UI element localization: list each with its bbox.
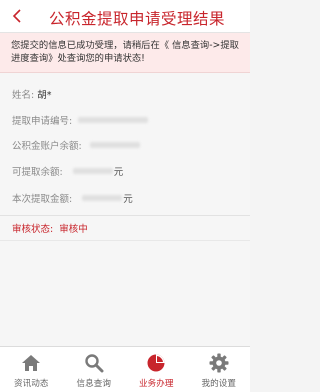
field-label: 可提取余额:: [12, 167, 63, 178]
field-withdrawable-balance: 可提取余额: 元: [12, 164, 123, 178]
tab-query[interactable]: 信息查询: [63, 347, 126, 392]
tab-news[interactable]: 资讯动态: [0, 347, 63, 392]
field-label: 公积金账户余额:: [12, 141, 82, 152]
field-account-balance: 公积金账户余额:: [12, 138, 140, 152]
bottom-tab-bar: 资讯动态 信息查询 业务办理 我的设置: [0, 346, 250, 392]
field-unit: 元: [113, 167, 124, 178]
status-value: 审核中: [59, 224, 88, 235]
field-application-number: 提取申请编号:: [12, 113, 149, 127]
masked-value: [82, 195, 123, 201]
field-label: 姓名:: [12, 90, 35, 101]
tab-settings[interactable]: 我的设置: [188, 347, 251, 392]
gear-icon: [209, 353, 229, 373]
masked-value: [72, 168, 113, 174]
field-name: 姓名: 胡*: [12, 87, 51, 101]
tab-label: 信息查询: [76, 379, 111, 389]
pie-chart-icon: [146, 353, 166, 373]
result-panel: 您提交的信息已成功受理，请稍后在《 信息查询->提取进度查询》处查询您的申请状态…: [0, 33, 250, 346]
top-bar: 公积金提取申请受理结果: [0, 0, 250, 33]
review-status: 审核状态: 审核中: [12, 221, 88, 235]
chevron-left-icon: [12, 9, 21, 23]
back-button[interactable]: [6, 4, 28, 28]
tab-label: 资讯动态: [14, 379, 49, 389]
field-label: 提取申请编号:: [12, 116, 73, 127]
masked-value: [89, 142, 140, 148]
tab-label: 我的设置: [201, 379, 236, 389]
home-icon: [21, 353, 41, 373]
search-icon: [84, 353, 104, 373]
field-value: 胡*: [37, 90, 52, 101]
success-notice: 您提交的信息已成功受理，请稍后在《 信息查询->提取进度查询》处查询您的申请状态…: [0, 33, 250, 73]
tab-business[interactable]: 业务办理: [125, 347, 188, 392]
field-unit: 元: [123, 194, 133, 205]
field-label: 本次提取金额:: [12, 194, 73, 205]
field-withdraw-amount: 本次提取金额: 元: [12, 191, 133, 205]
tab-label: 业务办理: [139, 379, 174, 389]
status-label: 审核状态:: [12, 224, 54, 235]
divider: [0, 215, 250, 216]
page-title: 公积金提取申请受理结果: [48, 10, 225, 28]
divider: [0, 240, 250, 241]
masked-value: [78, 117, 149, 123]
